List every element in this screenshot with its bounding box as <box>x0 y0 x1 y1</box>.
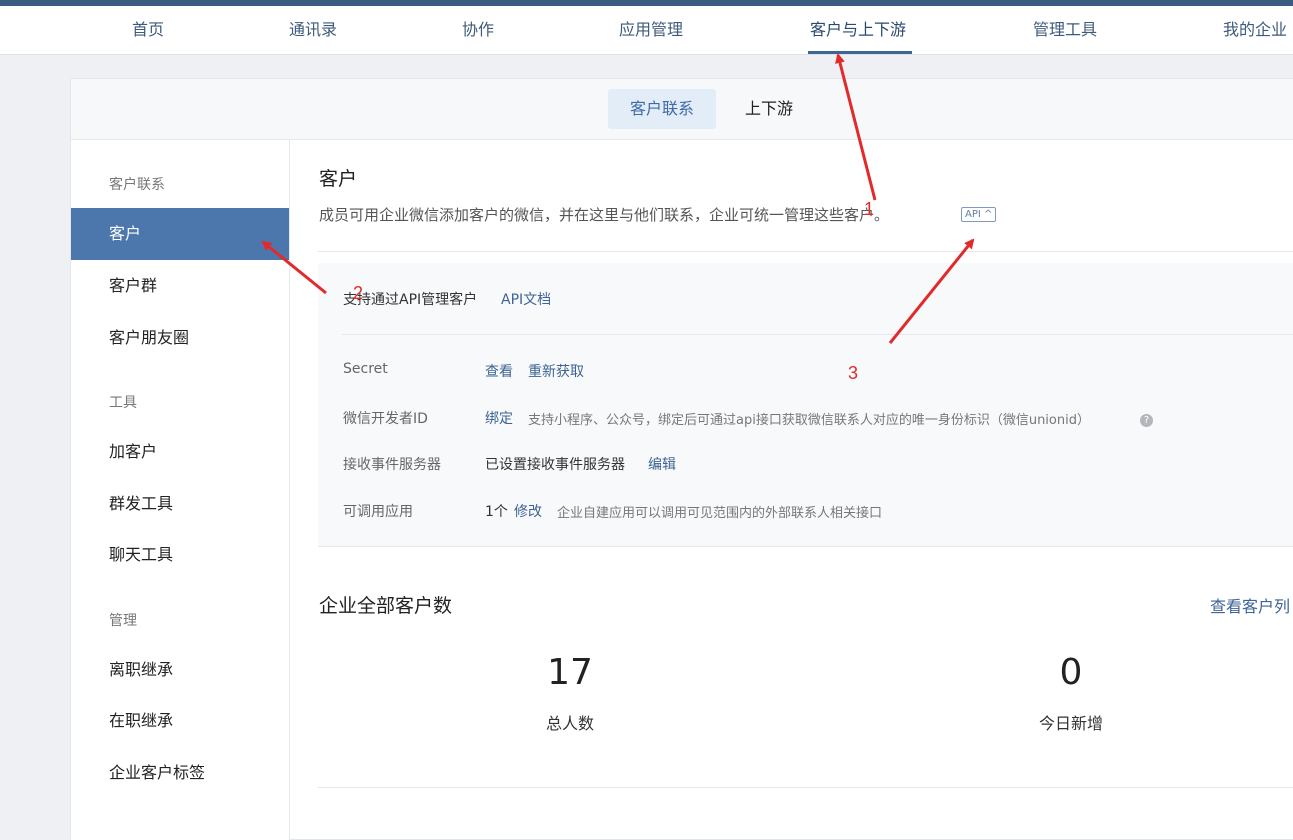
sidebar-group-tools: 工具 <box>109 395 137 411</box>
total-count-label: 总人数 <box>545 714 594 733</box>
top-navigation: 首页 通讯录 协作 应用管理 客户与上下游 管理工具 我的企业 <box>0 6 1293 55</box>
help-icon[interactable]: ? <box>1140 410 1153 429</box>
nav-collaboration[interactable]: 协作 <box>462 6 494 54</box>
annotation-mark-1: 1 <box>864 199 875 219</box>
today-new-label: 今日新增 <box>1038 714 1103 733</box>
event-server-label: 接收事件服务器 <box>343 457 441 473</box>
today-new-value: 0 <box>1059 652 1083 693</box>
sidebar-item-customer-groups[interactable]: 客户群 <box>71 260 289 312</box>
sidebar-item-customer-tags[interactable]: 企业客户标签 <box>71 747 289 799</box>
annotation-mark-3: 3 <box>848 363 859 383</box>
nav-customers-upstream[interactable]: 客户与上下游 <box>810 6 906 54</box>
nav-app-management[interactable]: 应用管理 <box>619 6 683 54</box>
view-customer-list-link[interactable]: 查看客户列 <box>1210 593 1290 617</box>
callable-apps-count: 1个 <box>485 504 508 520</box>
api-toggle-tag[interactable]: API ^ <box>961 207 997 222</box>
stats-title: 企业全部客户数 <box>319 595 453 617</box>
page-title: 客户 <box>319 168 358 190</box>
sidebar-item-onjob-inherit[interactable]: 在职继承 <box>71 695 289 747</box>
sidebar-item-mass-send[interactable]: 群发工具 <box>71 478 289 530</box>
secret-regain-link[interactable]: 重新获取 <box>528 361 584 381</box>
nav-home[interactable]: 首页 <box>132 6 164 54</box>
sub-tab-bar: 客户联系 上下游 <box>71 79 1293 140</box>
sidebar-item-add-customer[interactable]: 加客户 <box>71 426 289 478</box>
sidebar-item-customers[interactable]: 客户 <box>71 208 289 260</box>
page-description: 成员可用企业微信添加客户的微信，并在这里与他们联系，企业可统一管理这些客户。 <box>319 206 890 224</box>
secret-view-link[interactable]: 查看 <box>485 361 513 381</box>
tab-customer-contact[interactable]: 客户联系 <box>608 89 717 129</box>
sidebar-group-manage: 管理 <box>109 613 137 629</box>
sidebar-item-customer-moments[interactable]: 客户朋友圈 <box>71 312 289 364</box>
nav-management-tools[interactable]: 管理工具 <box>1033 6 1097 54</box>
wechat-dev-id-label: 微信开发者ID <box>343 411 428 427</box>
bind-link[interactable]: 绑定 <box>485 408 513 428</box>
total-count-value: 17 <box>547 652 593 693</box>
event-server-edit-link[interactable]: 编辑 <box>648 454 676 474</box>
tab-upstream-downstream[interactable]: 上下游 <box>723 89 815 129</box>
callable-apps-label: 可调用应用 <box>343 504 413 520</box>
annotation-mark-2: 2 <box>353 283 364 303</box>
stats-divider <box>318 787 1293 788</box>
sidebar: 客户联系 客户 客户群 客户朋友圈 工具 加客户 群发工具 聊天工具 管理 离职… <box>71 140 290 840</box>
api-doc-link[interactable]: API文档 <box>501 289 551 309</box>
nav-contacts[interactable]: 通讯录 <box>289 6 337 54</box>
callable-apps-note: 企业自建应用可以调用可见范围内的外部联系人相关接口 <box>557 506 883 521</box>
sidebar-group-customer-contact: 客户联系 <box>109 177 165 193</box>
api-panel-divider <box>342 334 1293 335</box>
bind-note: 支持小程序、公众号，绑定后可通过api接口获取微信联系人对应的唯一身份标识（微信… <box>528 413 1090 428</box>
help-icon-glyph: ? <box>1140 414 1153 427</box>
divider <box>318 251 1293 252</box>
nav-my-enterprise[interactable]: 我的企业 <box>1223 6 1287 54</box>
sidebar-item-chat-tool[interactable]: 聊天工具 <box>71 529 289 581</box>
callable-apps-modify-link[interactable]: 修改 <box>514 501 542 521</box>
nav-active-underline <box>808 51 912 54</box>
api-support-text: 支持通过API管理客户 <box>343 292 478 308</box>
sidebar-item-resign-inherit[interactable]: 离职继承 <box>71 644 289 696</box>
secret-label: Secret <box>343 361 388 377</box>
event-server-value: 已设置接收事件服务器 <box>485 457 625 473</box>
